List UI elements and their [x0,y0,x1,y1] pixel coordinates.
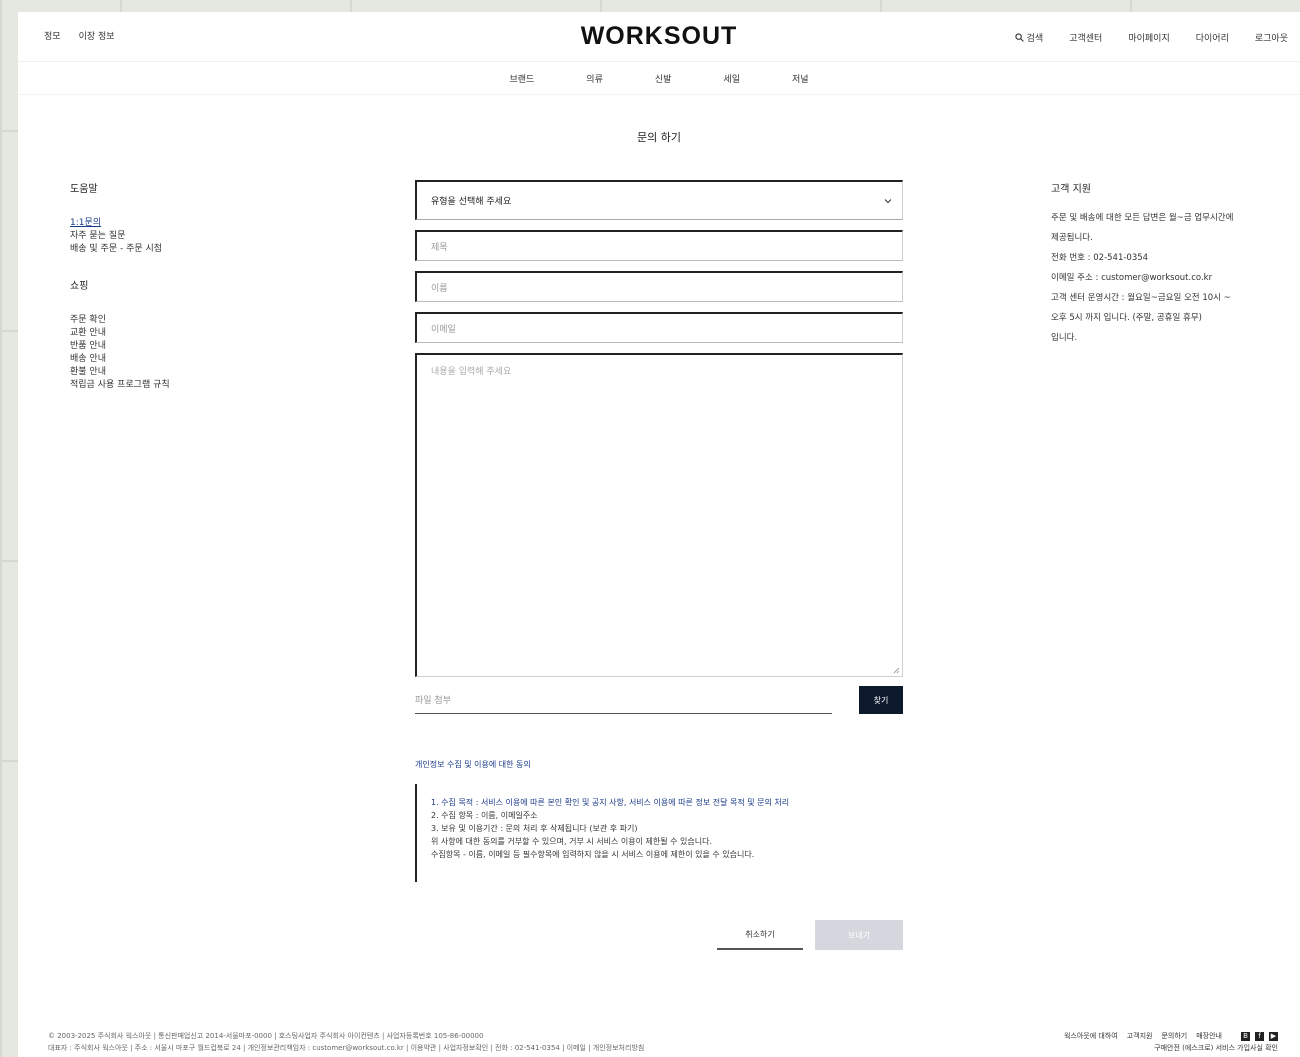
privacy-line: 수집항목 - 이름, 이메일 등 필수항목에 입력하지 않을 시 서비스 이용에… [431,850,755,859]
nav-item-brand[interactable]: 브랜드 [509,72,534,85]
footer-line-1: © 2003-2025 주식회사 웍스아웃 | 통신판매업신고 2014-서울마… [48,1032,484,1040]
nav-item-shoes[interactable]: 신발 [655,72,672,85]
sidebar-section-shopping: 쇼핑 [70,281,89,292]
chevron-down-icon [884,198,892,203]
social-links: B f ▶ [1241,1031,1278,1041]
sidebar-item-inquiry[interactable]: 1:1문의 [70,217,270,229]
footer-link-support[interactable]: 고객지원 [1127,1030,1153,1042]
support-info: 고객 지원 주문 및 배송에 대한 모든 답변은 월~금 업무시간에 제공됩니다… [1051,180,1276,348]
privacy-line: 1. 수집 목적 : 서비스 이용에 따른 본인 확인 및 공지 사항, 서비스… [431,798,790,807]
youtube-icon[interactable]: ▶ [1269,1031,1278,1041]
sidebar-item-order-check[interactable]: 주문 확인 [70,314,270,326]
footer-escrow[interactable]: 구매안전 (에스크로) 서비스 가입사실 확인 [1008,1042,1278,1054]
support-info-line: 주문 및 배송에 대한 모든 답변은 월~금 업무시간에 [1051,213,1234,223]
facebook-icon[interactable]: f [1255,1031,1264,1041]
inquiry-type-select[interactable]: 유형을 선택해 주세요 [415,180,903,220]
privacy-line: 위 사항에 대한 동의를 거부할 수 있으며, 거부 시 서비스 이용이 제한될… [431,837,713,846]
search-icon [1015,33,1024,42]
inquiry-form: 유형을 선택해 주세요 제목 이름 이메일 내용을 입력해 주세요 파일 첨부 … [415,180,903,950]
page: 정모 이장 정보 WORKSOUT 검색 고객센터 마이페이지 다이어리 로그아… [18,12,1300,1057]
content-textarea[interactable]: 내용을 입력해 주세요 [415,353,903,677]
subject-input[interactable]: 제목 [415,230,903,261]
sidebar-item-order-time[interactable]: 배송 및 주문 - 주문 시점 [70,243,270,255]
top-right-links: 검색 고객센터 마이페이지 다이어리 로그아웃 [1015,31,1288,44]
support-info-line: 오후 5시 까지 입니다. (주말, 공휴일 휴무) [1051,313,1202,323]
form-actions: 취소하기 보내기 [415,920,903,950]
main-nav: 브랜드 의류 신발 세일 저널 [18,63,1300,95]
support-info-title: 고객 지원 [1051,184,1091,195]
sidebar-item-refund[interactable]: 환불 안내 [70,366,270,378]
footer-links: 웍스아웃에 대하여 고객지원 문의하기 매장안내 B f ▶ 구매안전 (에스크… [1008,1030,1278,1054]
top-right-link-logout[interactable]: 로그아웃 [1255,31,1288,44]
support-info-line: 고객 센터 운영시간 : 월요일~금요일 오전 10시 ~ [1051,293,1231,303]
submit-button[interactable]: 보내기 [815,920,903,950]
privacy-title[interactable]: 개인정보 수집 및 이용에 대한 동의 [415,759,903,770]
nav-item-sale[interactable]: 세일 [723,72,740,85]
support-info-phone: 전화 번호 : 02-541-0354 [1051,253,1149,263]
email-input[interactable]: 이메일 [415,312,903,343]
top-right-link-mypage[interactable]: 마이페이지 [1128,31,1169,44]
attach-input[interactable]: 파일 첨부 [415,686,832,714]
footer-link-about[interactable]: 웍스아웃에 대하여 [1064,1030,1118,1042]
sidebar-item-exchange[interactable]: 교환 안내 [70,327,270,339]
privacy-line: 2. 수집 항목 : 이름, 이메일주소 [431,811,538,820]
footer-link-inquiry[interactable]: 문의하기 [1161,1030,1187,1042]
sidebar-shopping-list: 주문 확인 교환 안내 반품 안내 배송 안내 환불 안내 적립금 사용 프로그… [70,314,270,391]
search-label: 검색 [1026,34,1044,44]
cancel-button[interactable]: 취소하기 [717,920,803,950]
sidebar-help-list: 1:1문의 자주 묻는 질문 배송 및 주문 - 주문 시점 [70,217,270,255]
blog-icon[interactable]: B [1241,1031,1250,1041]
top-right-link-diary[interactable]: 다이어리 [1196,31,1229,44]
resize-handle-icon[interactable] [892,666,900,674]
content-placeholder: 내용을 입력해 주세요 [431,367,512,377]
top-right-link-customer-center[interactable]: 고객센터 [1069,31,1102,44]
nav-item-clothing[interactable]: 의류 [586,72,603,85]
sidebar-item-return[interactable]: 반품 안내 [70,340,270,352]
privacy-box: 1. 수집 목적 : 서비스 이용에 따른 본인 확인 및 공지 사항, 서비스… [415,784,903,882]
name-input[interactable]: 이름 [415,271,903,302]
sidebar-item-shipping[interactable]: 배송 안내 [70,353,270,365]
sidebar-section-help: 도움말 [70,184,98,195]
support-info-email: 이메일 주소 : customer@worksout.co.kr [1051,273,1213,283]
search-link[interactable]: 검색 [1015,31,1044,44]
support-info-line: 입니다. [1051,333,1078,343]
support-info-line: 제공됩니다. [1051,233,1093,243]
footer-line-2: 대표자 : 주식회사 웍스아웃 | 주소 : 서울시 마포구 월드컵북로 24 … [48,1044,645,1052]
attach-button[interactable]: 찾기 [859,686,903,714]
privacy-line: 3. 보유 및 이용기간 : 문의 처리 후 삭제됩니다 (보관 후 파기) [431,824,638,833]
top-bar: 정모 이장 정보 WORKSOUT 검색 고객센터 마이페이지 다이어리 로그아… [18,12,1300,62]
sidebar-item-points-rules[interactable]: 적립금 사용 프로그램 규칙 [70,379,270,391]
footer-link-stores[interactable]: 매장안내 [1196,1030,1222,1042]
footer-company-info: © 2003-2025 주식회사 웍스아웃 | 통신판매업신고 2014-서울마… [48,1030,948,1054]
sidebar-item-faq[interactable]: 자주 묻는 질문 [70,230,270,242]
attach-row: 파일 첨부 찾기 [415,685,903,715]
sidebar: 도움말 1:1문의 자주 묻는 질문 배송 및 주문 - 주문 시점 쇼핑 주문… [70,180,270,413]
inquiry-type-value: 유형을 선택해 주세요 [431,197,512,207]
page-title: 문의 하기 [637,131,681,144]
nav-item-journal[interactable]: 저널 [792,72,809,85]
